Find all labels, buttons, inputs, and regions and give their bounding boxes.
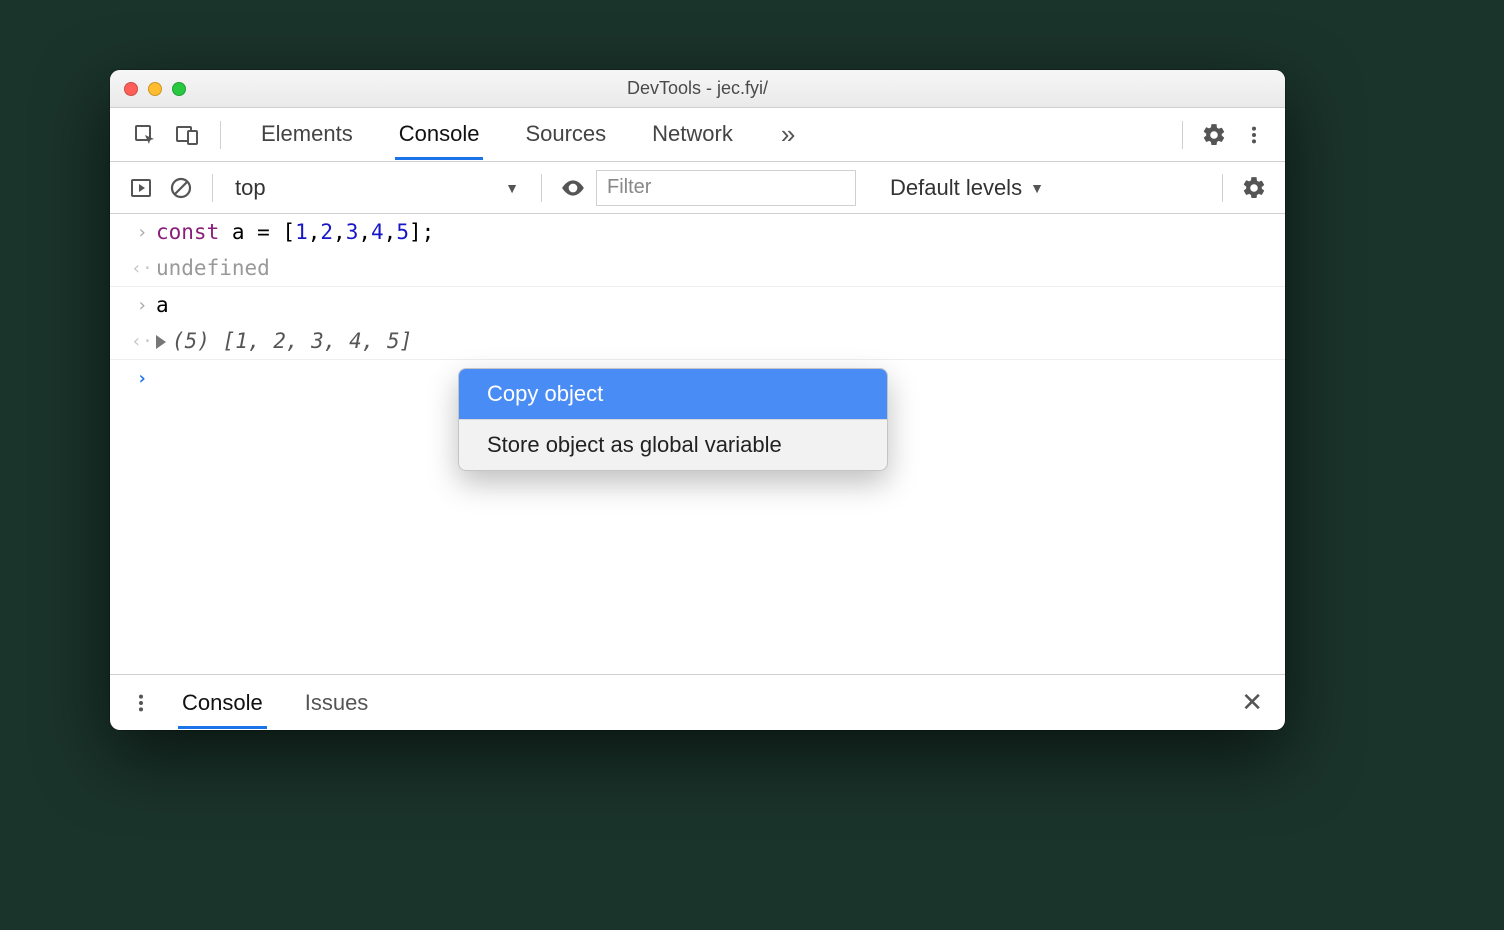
drawer-tabs: Console Issues <box>180 678 370 728</box>
undefined-value: undefined <box>156 256 1275 280</box>
divider <box>220 121 221 149</box>
devtools-window: DevTools - jec.fyi/ Elements Console Sou… <box>110 70 1285 730</box>
input-chevron-icon: › <box>137 295 148 316</box>
settings-gear-icon[interactable] <box>1197 118 1231 152</box>
expand-triangle-icon[interactable] <box>156 335 166 349</box>
drawer-bar: Console Issues ✕ <box>110 674 1285 730</box>
inspect-element-icon[interactable] <box>128 118 162 152</box>
tab-sources[interactable]: Sources <box>523 111 608 159</box>
context-menu: Copy object Store object as global varia… <box>458 368 888 471</box>
console-output: › const a = [1,2,3,4,5]; ‹· undefined › … <box>110 214 1285 674</box>
tab-elements[interactable]: Elements <box>259 111 355 159</box>
prompt-chevron-icon: › <box>128 366 156 389</box>
dropdown-triangle-icon: ▼ <box>1030 180 1044 196</box>
output-chevron-icon: ‹· <box>131 331 153 352</box>
drawer-close-icon[interactable]: ✕ <box>1233 687 1271 718</box>
tab-network[interactable]: Network <box>650 111 735 159</box>
code-line: a <box>156 293 1275 317</box>
close-window-button[interactable] <box>124 82 138 96</box>
console-input-row[interactable]: › a <box>110 287 1285 323</box>
console-output-row[interactable]: ‹· (5) [1, 2, 3, 4, 5] <box>110 323 1285 360</box>
toggle-sidebar-icon[interactable] <box>124 171 158 205</box>
code-line: const a = [1,2,3,4,5]; <box>156 220 1275 244</box>
kebab-menu-icon[interactable] <box>1237 118 1271 152</box>
context-label: top <box>235 175 266 201</box>
clear-console-icon[interactable] <box>164 171 198 205</box>
levels-label: Default levels <box>890 175 1022 201</box>
divider <box>1182 121 1183 149</box>
zoom-window-button[interactable] <box>172 82 186 96</box>
context-menu-store-global[interactable]: Store object as global variable <box>459 420 887 470</box>
console-output-row: ‹· undefined <box>110 250 1285 287</box>
live-expression-eye-icon[interactable] <box>556 171 590 205</box>
divider <box>212 174 213 202</box>
device-toolbar-icon[interactable] <box>170 118 204 152</box>
main-tabs: Elements Console Sources Network <box>259 111 735 159</box>
array-value[interactable]: (5) [1, 2, 3, 4, 5] <box>156 329 1275 353</box>
tab-console[interactable]: Console <box>397 111 482 159</box>
output-chevron-icon: ‹· <box>131 258 153 279</box>
titlebar: DevTools - jec.fyi/ <box>110 70 1285 108</box>
console-settings-gear-icon[interactable] <box>1237 171 1271 205</box>
divider <box>541 174 542 202</box>
input-chevron-icon: › <box>137 222 148 243</box>
drawer-tab-console[interactable]: Console <box>180 678 265 728</box>
console-input-row[interactable]: › const a = [1,2,3,4,5]; <box>110 214 1285 250</box>
drawer-tab-issues[interactable]: Issues <box>303 678 371 728</box>
more-tabs-button[interactable]: » <box>773 119 803 150</box>
traffic-lights <box>124 82 186 96</box>
context-menu-copy-object[interactable]: Copy object <box>459 369 887 419</box>
console-toolbar: top ▼ Default levels ▼ <box>110 162 1285 214</box>
filter-input[interactable] <box>596 170 856 206</box>
minimize-window-button[interactable] <box>148 82 162 96</box>
drawer-kebab-icon[interactable] <box>124 686 158 720</box>
execution-context-select[interactable]: top ▼ <box>227 171 527 205</box>
window-title: DevTools - jec.fyi/ <box>110 78 1285 99</box>
dropdown-triangle-icon: ▼ <box>505 180 519 196</box>
main-tab-bar: Elements Console Sources Network » <box>110 108 1285 162</box>
divider <box>1222 174 1223 202</box>
log-levels-select[interactable]: Default levels ▼ <box>890 175 1044 201</box>
